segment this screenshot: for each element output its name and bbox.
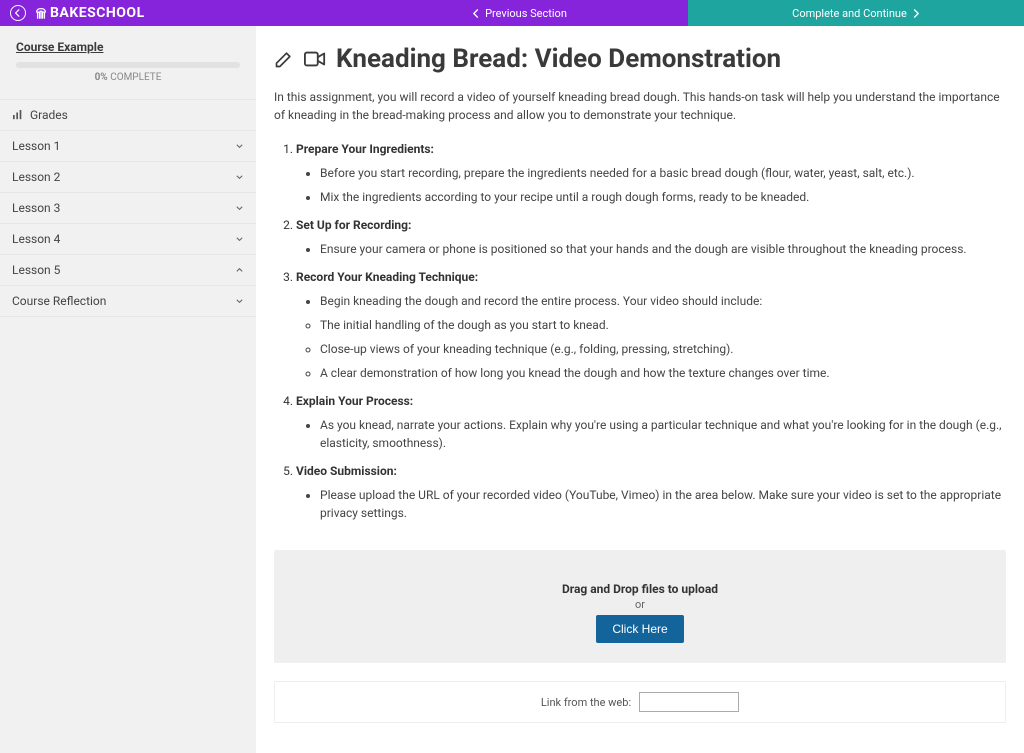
sidebar-item-label: Course Reflection (12, 294, 106, 308)
bullet: Ensure your camera or phone is positione… (320, 240, 1006, 258)
top-navbar: BAKESCHOOL Previous Section Complete and… (0, 0, 1024, 26)
bullet: Please upload the URL of your recorded v… (320, 486, 1006, 522)
step-sub-bullets: The initial handling of the dough as you… (296, 316, 1006, 382)
step-title: Prepare Your Ingredients: (296, 142, 434, 156)
step-item: Video Submission: Please upload the URL … (296, 464, 1006, 522)
step-item: Record Your Kneading Technique: Begin kn… (296, 270, 1006, 382)
step-item: Prepare Your Ingredients: Before you sta… (296, 142, 1006, 206)
chevron-down-icon (235, 173, 244, 182)
page-intro: In this assignment, you will record a vi… (274, 88, 1006, 124)
upload-title: Drag and Drop files to upload (294, 582, 986, 596)
step-title: Explain Your Process: (296, 394, 413, 408)
chevron-down-icon (235, 235, 244, 244)
step-bullets: As you knead, narrate your actions. Expl… (296, 416, 1006, 452)
bar-chart-icon (12, 110, 24, 120)
main-content: Kneading Bread: Video Demonstration In t… (256, 26, 1024, 753)
previous-section-button[interactable]: Previous Section (351, 0, 688, 26)
progress-bar (16, 62, 240, 68)
video-icon (304, 49, 326, 69)
link-from-web-row: Link from the web: (274, 681, 1006, 723)
link-from-web-label: Link from the web: (541, 696, 631, 709)
sub-bullet: Close-up views of your kneading techniqu… (320, 340, 1006, 358)
step-item: Explain Your Process: As you knead, narr… (296, 394, 1006, 452)
brand-logo[interactable]: BAKESCHOOL (34, 5, 145, 21)
brand-text: BAKESCHOOL (50, 5, 145, 21)
upload-click-button[interactable]: Click Here (596, 615, 683, 643)
upload-or: or (294, 598, 986, 611)
bullet: Begin kneading the dough and record the … (320, 292, 1006, 310)
course-sidebar: Course Example 0% COMPLETE Grades Lesson… (0, 26, 256, 753)
sidebar-item-label: Lesson 3 (12, 201, 60, 215)
step-bullets: Ensure your camera or phone is positione… (296, 240, 1006, 258)
sidebar-item-label: Lesson 4 (12, 232, 60, 246)
sidebar-item-course-reflection[interactable]: Course Reflection (0, 286, 256, 317)
progress-percent: 0% (95, 72, 108, 83)
sidebar-item-label: Lesson 1 (12, 139, 60, 153)
file-upload-box[interactable]: Drag and Drop files to upload or Click H… (274, 550, 1006, 663)
sidebar-header: Course Example 0% COMPLETE (0, 26, 256, 91)
pencil-icon (274, 49, 294, 69)
step-item: Set Up for Recording: Ensure your camera… (296, 218, 1006, 258)
sidebar-item-lesson-5[interactable]: Lesson 5 (0, 255, 256, 286)
progress-word: COMPLETE (110, 72, 161, 83)
chevron-up-icon (235, 266, 244, 275)
step-title: Set Up for Recording: (296, 218, 411, 232)
step-title: Record Your Kneading Technique: (296, 270, 478, 284)
sidebar-item-label: Grades (30, 108, 68, 122)
back-icon[interactable] (10, 5, 26, 21)
step-bullets: Please upload the URL of your recorded v… (296, 486, 1006, 522)
bullet: Mix the ingredients according to your re… (320, 188, 1006, 206)
sub-bullet: A clear demonstration of how long you kn… (320, 364, 1006, 382)
course-title-link[interactable]: Course Example (16, 40, 103, 54)
sidebar-item-lesson-2[interactable]: Lesson 2 (0, 162, 256, 193)
topbar-brand-area: BAKESCHOOL (0, 0, 351, 26)
complete-continue-label: Complete and Continue (792, 7, 907, 20)
sidebar-item-lesson-1[interactable]: Lesson 1 (0, 131, 256, 162)
sidebar-item-label: Lesson 2 (12, 170, 60, 184)
step-title: Video Submission: (296, 464, 397, 478)
progress-label: 0% COMPLETE (16, 72, 240, 83)
link-from-web-input[interactable] (639, 692, 739, 712)
chevron-down-icon (235, 142, 244, 151)
bullet: As you knead, narrate your actions. Expl… (320, 416, 1006, 452)
chevron-down-icon (235, 297, 244, 306)
sub-bullet: The initial handling of the dough as you… (320, 316, 1006, 334)
step-bullets: Begin kneading the dough and record the … (296, 292, 1006, 310)
title-row: Kneading Bread: Video Demonstration (274, 44, 1006, 74)
step-bullets: Before you start recording, prepare the … (296, 164, 1006, 206)
sidebar-item-label: Lesson 5 (12, 263, 60, 277)
sidebar-item-grades[interactable]: Grades (0, 99, 256, 131)
sidebar-item-lesson-4[interactable]: Lesson 4 (0, 224, 256, 255)
steps-list: Prepare Your Ingredients: Before you sta… (274, 142, 1006, 522)
complete-continue-button[interactable]: Complete and Continue (688, 0, 1024, 26)
page-title: Kneading Bread: Video Demonstration (336, 44, 781, 74)
previous-section-label: Previous Section (485, 7, 567, 20)
chevron-down-icon (235, 204, 244, 213)
progress-area: 0% COMPLETE (16, 62, 240, 83)
bullet: Before you start recording, prepare the … (320, 164, 1006, 182)
sidebar-item-lesson-3[interactable]: Lesson 3 (0, 193, 256, 224)
